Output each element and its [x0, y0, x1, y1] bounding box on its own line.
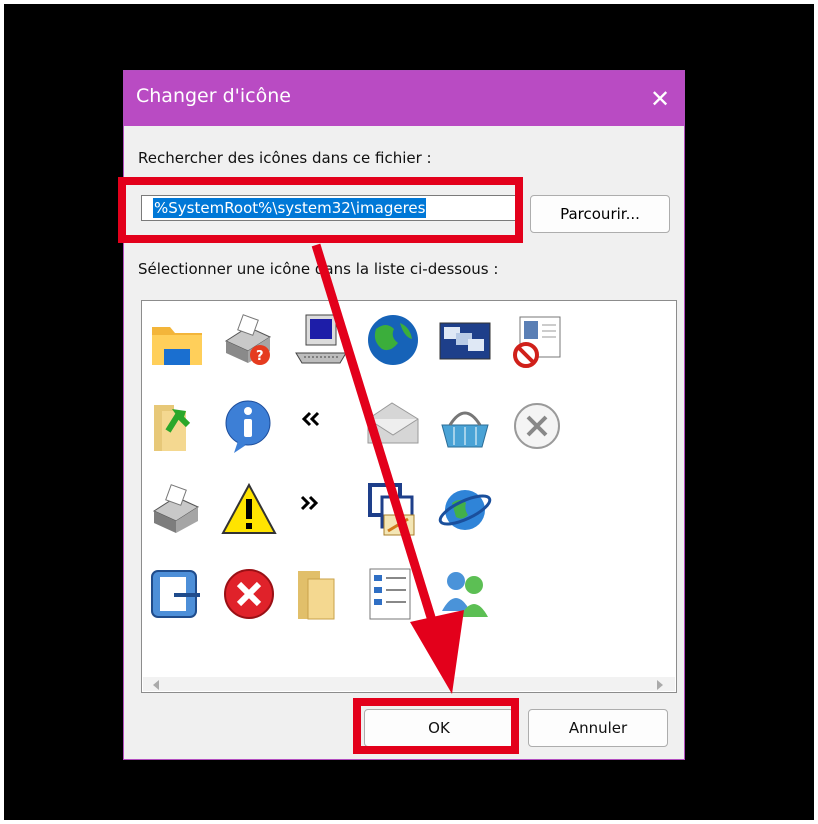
users-icon[interactable]	[436, 565, 494, 623]
title-bar: Changer d'icône ✕	[124, 71, 684, 126]
search-label: Rechercher des icônes dans ce fichier :	[138, 149, 432, 167]
computer-terminal-icon[interactable]	[292, 311, 350, 369]
printer-icon[interactable]	[148, 481, 206, 539]
browse-button[interactable]: Parcourir...	[530, 195, 670, 233]
printer-help-icon[interactable]: ?	[220, 311, 278, 369]
warning-icon[interactable]	[220, 481, 278, 539]
globe-link-icon[interactable]	[436, 481, 494, 539]
cancel-button[interactable]: Annuler	[528, 709, 668, 747]
windows-icon[interactable]	[436, 313, 494, 371]
dialog-title: Changer d'icône	[136, 85, 291, 107]
double-chevron-right-icon[interactable]	[292, 481, 350, 539]
document-forbidden-icon[interactable]	[508, 313, 566, 371]
envelope-icon[interactable]	[364, 397, 422, 455]
scroll-left-icon[interactable]	[153, 680, 159, 690]
globe-icon[interactable]	[364, 311, 422, 369]
exit-door-icon[interactable]	[148, 565, 206, 623]
info-icon[interactable]	[220, 397, 278, 455]
close-icon[interactable]: ✕	[636, 71, 684, 126]
path-highlight-box	[118, 177, 523, 243]
folder-open-icon[interactable]	[292, 565, 350, 623]
select-label: Sélectionner une icône dans la liste ci-…	[138, 260, 499, 278]
document-list-icon[interactable]	[364, 565, 422, 623]
layout-grid-icon[interactable]	[364, 481, 422, 539]
icon-list[interactable]: ?	[141, 300, 677, 693]
scroll-right-icon[interactable]	[657, 680, 663, 690]
error-icon[interactable]	[220, 565, 278, 623]
svg-text:?: ?	[256, 349, 264, 364]
ok-highlight-box	[353, 698, 519, 754]
circle-x-icon[interactable]	[508, 397, 566, 455]
shopping-basket-icon[interactable]	[436, 397, 494, 455]
change-icon-dialog: Changer d'icône ✕ Rechercher des icônes …	[123, 70, 685, 760]
folder-icon[interactable]	[148, 313, 206, 371]
folder-share-icon[interactable]	[148, 397, 206, 455]
double-chevron-left-icon[interactable]	[292, 397, 350, 455]
horizontal-scrollbar[interactable]	[143, 677, 675, 691]
